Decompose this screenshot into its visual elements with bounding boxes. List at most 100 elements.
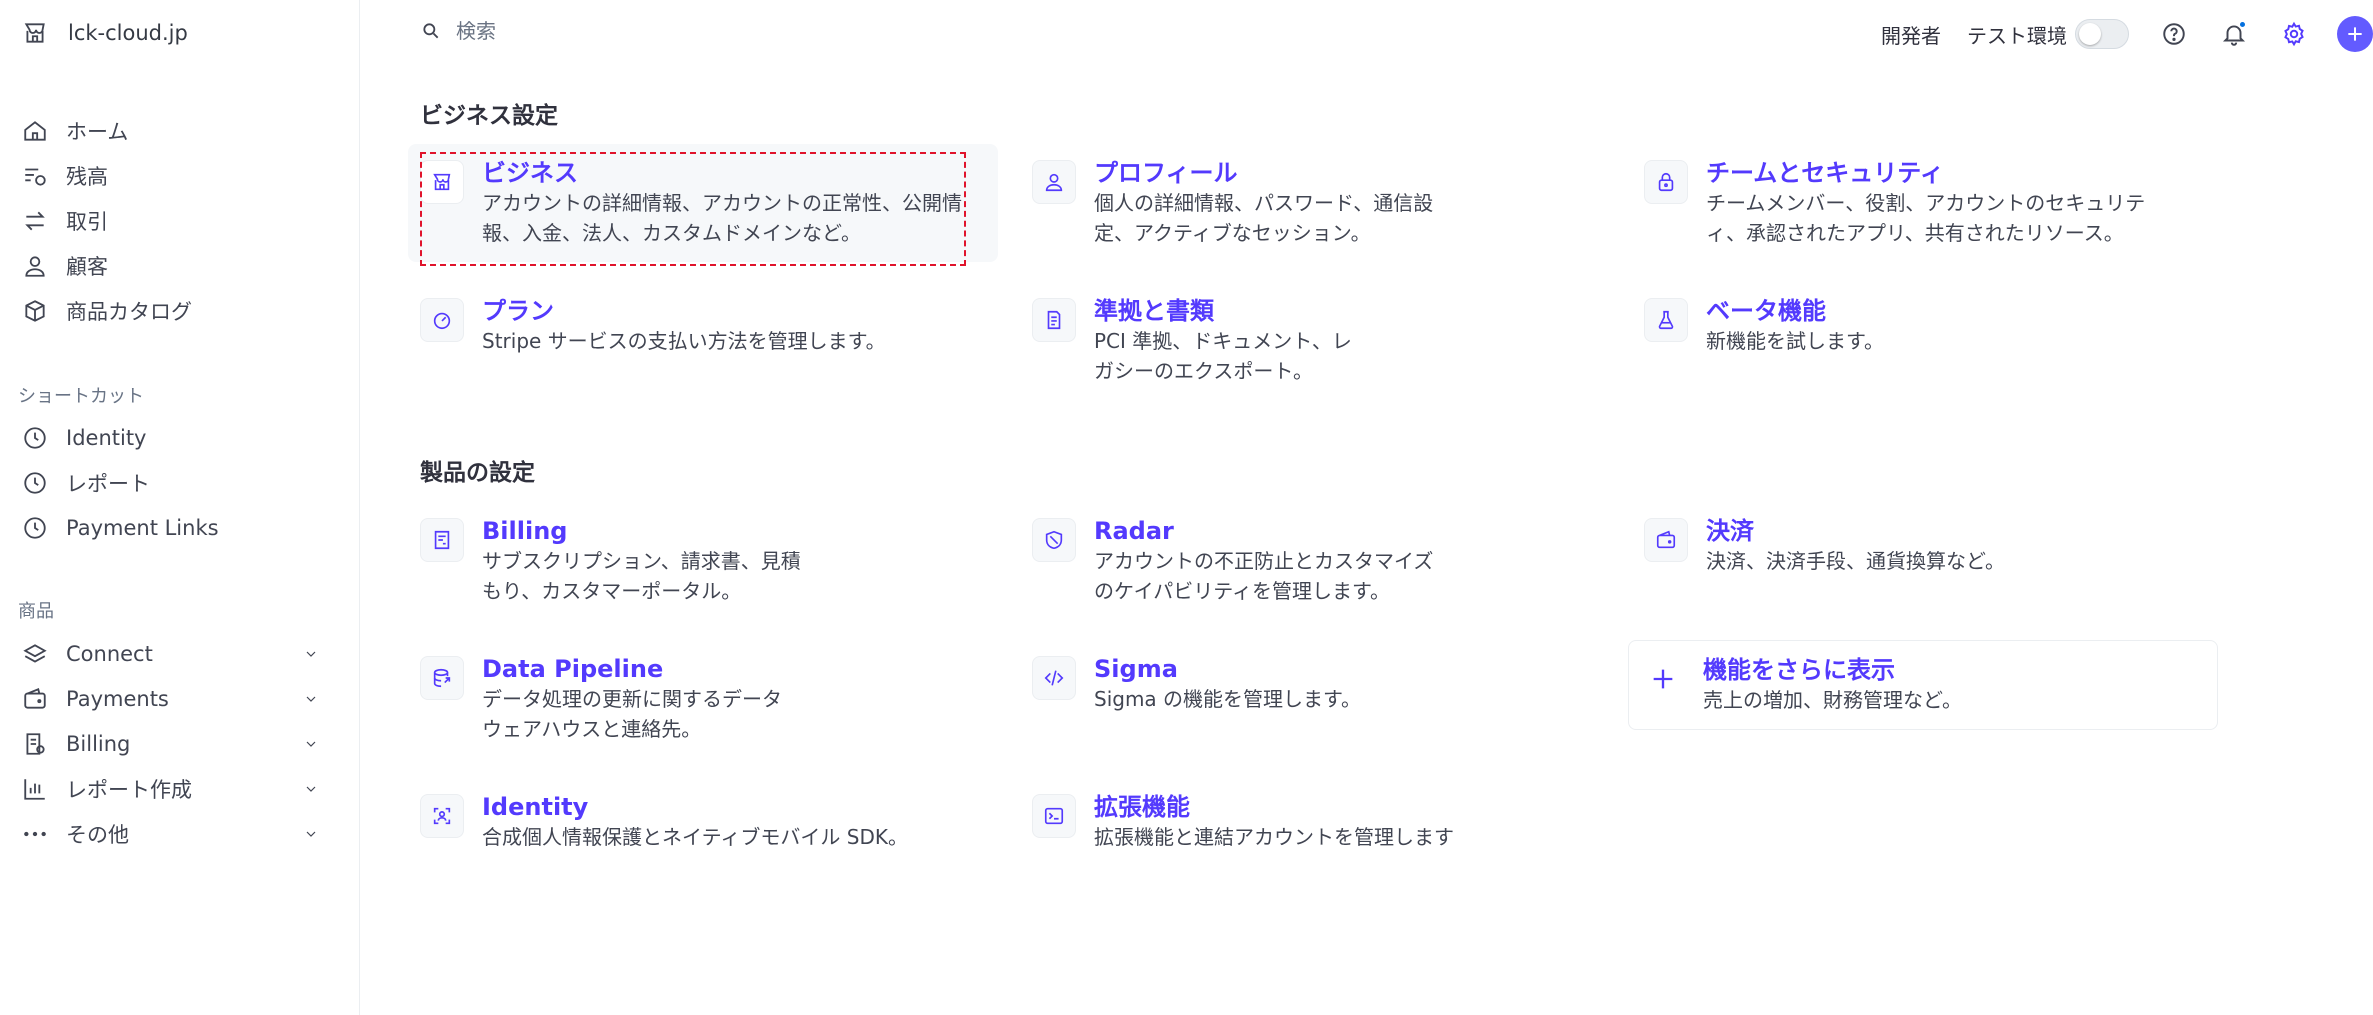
search-input[interactable] [456, 19, 956, 43]
card-description: 新機能を試します。 [1706, 329, 1884, 353]
sidebar-item-label: 商品カタログ [66, 299, 192, 324]
sidebar-item-label: Payment Links [66, 515, 219, 540]
sidebar-item-label: Identity [66, 425, 147, 450]
chevron-down-icon[interactable] [298, 821, 324, 847]
card-description: 拡張機能と連結アカウントを管理します [1094, 825, 1454, 849]
sidebar-item-billing[interactable]: Billing [0, 721, 360, 766]
products-nav: Connect Payments Billing レポート作成 その他 [0, 631, 360, 856]
wallet-icon [22, 686, 48, 712]
sidebar-item-reporting[interactable]: レポート作成 [0, 766, 360, 811]
test-mode-toggle[interactable] [2075, 19, 2129, 49]
clock-icon [22, 470, 48, 496]
plus-icon [1641, 657, 1685, 701]
card-title[interactable]: チームとセキュリティ [1706, 158, 2176, 188]
sidebar: lck-cloud.jp ホーム 残高 取引 顧客 商品カタログ ショートカット… [0, 0, 360, 1015]
card-title[interactable]: ベータ機能 [1706, 296, 2186, 326]
layers-icon [22, 641, 48, 667]
card-description: チームメンバー、役割、アカウントのセキュリティ、承認されたアプリ、共有されたリソ… [1706, 191, 2146, 245]
wallet-icon [1644, 518, 1688, 562]
code-icon [1032, 656, 1076, 700]
shortcuts-section-label: ショートカット [18, 386, 144, 407]
settings-card-data-pipeline[interactable]: Data Pipeline データ処理の更新に関するデータウェアハウスと連絡先。 [408, 640, 998, 758]
settings-card-plan[interactable]: プラン Stripe サービスの支払い方法を管理します。 [408, 282, 998, 400]
settings-card-billing[interactable]: Billing サブスクリプション、請求書、見積もり、カスタマーポータル。 [408, 502, 998, 620]
sidebar-item-product-catalog[interactable]: 商品カタログ [0, 288, 360, 333]
settings-card-profile[interactable]: プロフィール 個人の詳細情報、パスワード、通信設定、アクティブなセッション。 [1020, 144, 1610, 262]
settings-card-extensions[interactable]: 拡張機能拡張機能と連結アカウントを管理します [1020, 778, 1610, 896]
card-title[interactable]: Radar [1094, 516, 1444, 546]
shortcut-reports[interactable]: レポート [0, 460, 360, 505]
sidebar-item-label: 残高 [66, 164, 108, 189]
settings-button[interactable] [2277, 17, 2311, 51]
card-title[interactable]: 準拠と書類 [1094, 296, 1354, 326]
chart-icon [22, 776, 48, 802]
card-title[interactable]: Identity [482, 792, 962, 822]
lock-icon [1644, 160, 1688, 204]
sidebar-item-customers[interactable]: 顧客 [0, 243, 360, 288]
card-title[interactable]: プラン [482, 296, 962, 326]
chevron-down-icon[interactable] [298, 731, 324, 757]
card-title[interactable]: プロフィール [1094, 158, 1454, 188]
card-description: アカウントの詳細情報、アカウントの正常性、公開情報、入金、法人、カスタムドメイン… [482, 191, 962, 245]
sidebar-item-label: Billing [66, 731, 131, 756]
store-icon [22, 20, 48, 46]
shortcut-identity[interactable]: Identity [0, 415, 360, 460]
card-description: 合成個人情報保護とネイティブモバイル SDK。 [482, 825, 908, 849]
plus-icon [2342, 21, 2368, 47]
settings-card-payments[interactable]: 決済決済、決済手段、通貨換算など。 [1632, 502, 2222, 620]
card-title[interactable]: 機能をさらに表示 [1703, 655, 2183, 685]
card-title[interactable]: Data Pipeline [482, 654, 782, 684]
card-title[interactable]: ビジネス [482, 158, 962, 188]
search-bar[interactable] [418, 18, 956, 44]
notifications-button[interactable] [2217, 17, 2251, 51]
account-name: lck-cloud.jp [68, 21, 188, 45]
card-title[interactable]: 決済 [1706, 516, 2186, 546]
face-scan-icon [420, 794, 464, 838]
document-icon [1032, 298, 1076, 342]
test-mode-label: テスト環境 [1967, 23, 2067, 48]
chevron-down-icon[interactable] [298, 776, 324, 802]
card-title[interactable]: Sigma [1094, 654, 1574, 684]
card-description: Stripe サービスの支払い方法を管理します。 [482, 329, 886, 353]
card-description: データ処理の更新に関するデータウェアハウスと連絡先。 [482, 687, 782, 741]
database-icon [420, 656, 464, 700]
sidebar-item-balance[interactable]: 残高 [0, 153, 360, 198]
settings-card-beta-features[interactable]: ベータ機能新機能を試します。 [1632, 282, 2222, 400]
sidebar-item-connect[interactable]: Connect [0, 631, 360, 676]
sidebar-item-label: 顧客 [66, 254, 108, 279]
settings-card-compliance[interactable]: 準拠と書類 PCI 準拠、ドキュメント、レガシーのエクスポート。 [1020, 282, 1610, 400]
settings-card-identity[interactable]: Identity 合成個人情報保護とネイティブモバイル SDK。 [408, 778, 998, 896]
settings-card-sigma[interactable]: Sigma Sigma の機能を管理します。 [1020, 640, 1610, 758]
sidebar-item-more[interactable]: その他 [0, 811, 360, 856]
invoice-icon [420, 518, 464, 562]
sidebar-item-payments[interactable]: Payments [0, 676, 360, 721]
sidebar-item-transactions[interactable]: 取引 [0, 198, 360, 243]
settings-card-show-more[interactable]: 機能をさらに表示 売上の増加、財務管理など。 [1628, 640, 2218, 730]
card-description: Sigma の機能を管理します。 [1094, 687, 1362, 711]
settings-card-radar[interactable]: Radar アカウントの不正防止とカスタマイズのケイパビリティを管理します。 [1020, 502, 1610, 620]
create-button[interactable] [2337, 16, 2373, 52]
sidebar-item-home[interactable]: ホーム [0, 108, 360, 153]
sidebar-item-label: その他 [66, 822, 129, 847]
shortcut-payment-links[interactable]: Payment Links [0, 505, 360, 550]
store-icon [420, 160, 464, 204]
home-icon [22, 118, 48, 144]
chevron-down-icon[interactable] [298, 686, 324, 712]
help-icon [2161, 21, 2187, 47]
products-section-label: 商品 [18, 601, 54, 622]
sidebar-item-label: レポート [66, 471, 150, 496]
chevron-down-icon[interactable] [298, 641, 324, 667]
sidebar-item-label: ホーム [66, 119, 129, 144]
card-description: 決済、決済手段、通貨換算など。 [1706, 549, 2005, 573]
card-title[interactable]: Billing [482, 516, 812, 546]
developers-link[interactable]: 開発者 [1881, 20, 1941, 49]
account-switcher[interactable]: lck-cloud.jp [22, 20, 188, 46]
card-title[interactable]: 拡張機能 [1094, 792, 1574, 822]
card-description: 個人の詳細情報、パスワード、通信設定、アクティブなセッション。 [1094, 191, 1434, 245]
gauge-icon [420, 298, 464, 342]
main-nav: ホーム 残高 取引 顧客 商品カタログ [0, 108, 360, 333]
settings-card-business[interactable]: ビジネス アカウントの詳細情報、アカウントの正常性、公開情報、入金、法人、カスタム… [408, 144, 998, 266]
help-button[interactable] [2157, 17, 2191, 51]
shield-icon [1032, 518, 1076, 562]
settings-card-team-security[interactable]: チームとセキュリティ チームメンバー、役割、アカウントのセキュリティ、承認されたア… [1632, 144, 2222, 262]
